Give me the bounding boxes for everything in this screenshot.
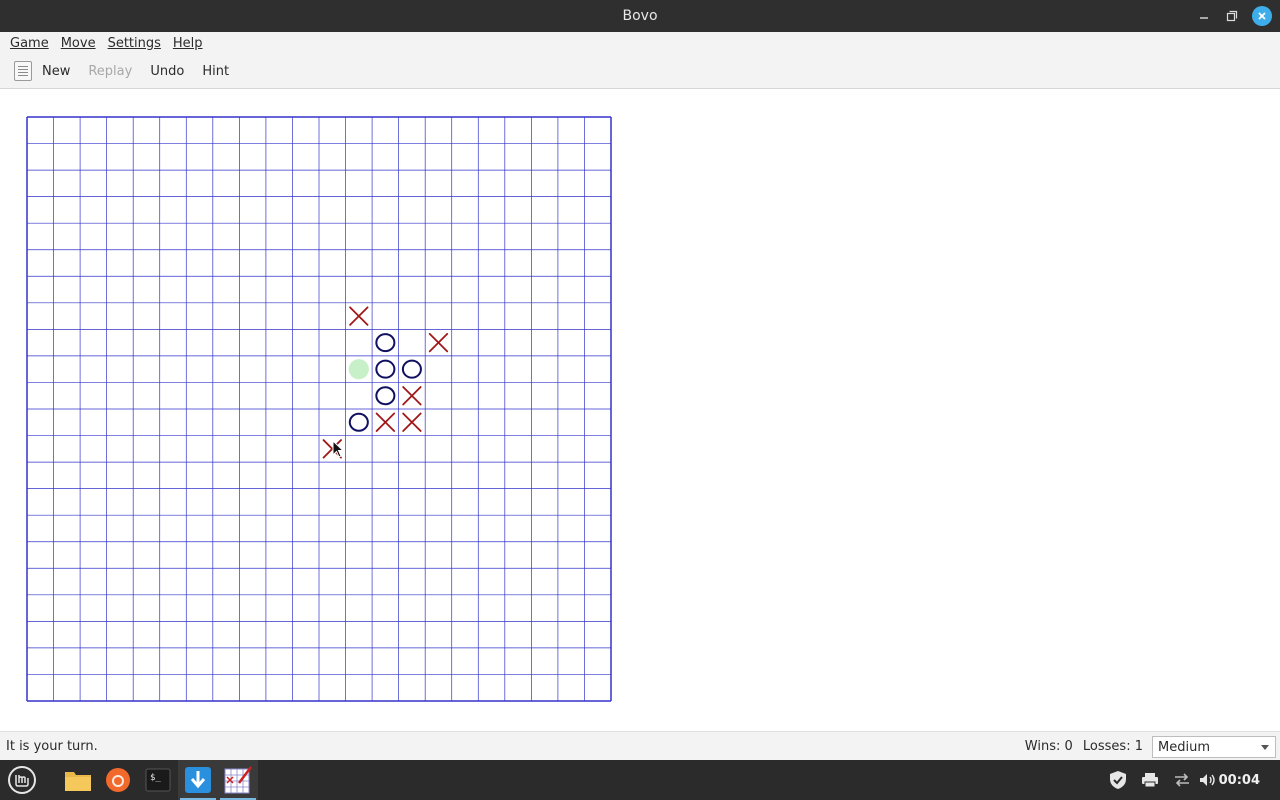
terminal-icon: $_ <box>145 768 171 792</box>
status-message: It is your turn. <box>6 738 98 754</box>
maximize-button[interactable] <box>1220 4 1244 28</box>
menu-game-label: Game <box>10 35 49 51</box>
taskbar-clock[interactable]: 00:04 <box>1219 760 1260 800</box>
hint-button[interactable]: Hint <box>196 58 235 84</box>
minimize-button[interactable] <box>1192 4 1216 28</box>
firefox-icon <box>106 768 130 792</box>
mint-menu-icon <box>8 766 36 794</box>
difficulty-select[interactable]: Medium <box>1152 736 1276 758</box>
start-menu-button[interactable] <box>2 760 42 800</box>
toolbar: New Replay Undo Hint <box>0 54 1280 89</box>
status-bar: It is your turn. Wins: 0 Losses: 1 Mediu… <box>0 731 1280 760</box>
folder-icon <box>65 772 91 791</box>
menu-help-label: Help <box>172 35 203 51</box>
new-game-button[interactable]: New <box>8 58 76 84</box>
menu-move[interactable]: Move <box>55 36 102 51</box>
o-mark <box>401 359 422 379</box>
score-display: Wins: 0 Losses: 1 <box>1019 739 1143 754</box>
o-mark <box>375 359 396 379</box>
new-game-label: New <box>42 63 71 79</box>
difficulty-value: Medium <box>1158 739 1210 755</box>
taskbar-files[interactable] <box>58 760 98 800</box>
x-mark <box>375 412 396 432</box>
printer-icon[interactable] <box>1138 768 1162 792</box>
x-mark <box>402 412 422 432</box>
security-shield-icon[interactable] <box>1106 768 1130 792</box>
bovo-app-icon <box>224 766 252 794</box>
taskbar-bovo[interactable] <box>218 760 258 800</box>
x-mark <box>349 306 369 326</box>
undo-label: Undo <box>150 63 185 79</box>
undo-button[interactable]: Undo <box>144 58 190 84</box>
menu-bar: Game Move Settings Help <box>0 32 1280 54</box>
volume-icon[interactable] <box>1196 768 1220 792</box>
menu-settings-label: Settings <box>107 35 161 51</box>
o-mark <box>375 386 396 406</box>
board-area <box>0 89 1280 731</box>
o-mark <box>375 333 396 353</box>
new-game-icon <box>14 61 32 81</box>
network-icon[interactable] <box>1170 768 1194 792</box>
replay-label: Replay <box>88 63 133 79</box>
taskbar: $_ 00:04 <box>0 760 1280 800</box>
replay-button[interactable]: Replay <box>82 58 138 84</box>
close-button[interactable] <box>1252 6 1272 26</box>
menu-settings[interactable]: Settings <box>102 36 167 51</box>
chevron-down-icon <box>1261 745 1269 750</box>
menu-game[interactable]: Game <box>4 36 55 51</box>
mouse-cursor-icon <box>332 440 345 458</box>
x-mark <box>428 332 449 353</box>
window-titlebar: Bovo <box>0 0 1280 32</box>
minimize-icon <box>1200 17 1208 19</box>
window-title: Bovo <box>622 8 658 24</box>
maximize-icon <box>1226 10 1238 22</box>
losses-count: Losses: 1 <box>1082 738 1143 754</box>
menu-help[interactable]: Help <box>167 36 209 51</box>
taskbar-firefox[interactable] <box>98 760 138 800</box>
o-mark <box>348 412 369 432</box>
wins-count: Wins: 0 <box>1024 738 1073 754</box>
game-board[interactable] <box>26 116 612 702</box>
svg-text:$_: $_ <box>150 773 161 783</box>
close-icon <box>1258 12 1266 20</box>
taskbar-terminal[interactable]: $_ <box>138 760 178 800</box>
hint-label: Hint <box>202 63 230 79</box>
hint-marker <box>348 359 369 380</box>
download-icon <box>185 767 211 793</box>
window-controls <box>1192 0 1272 32</box>
x-mark <box>402 386 422 406</box>
menu-move-label: Move <box>60 35 96 51</box>
taskbar-downloader[interactable] <box>178 760 218 800</box>
